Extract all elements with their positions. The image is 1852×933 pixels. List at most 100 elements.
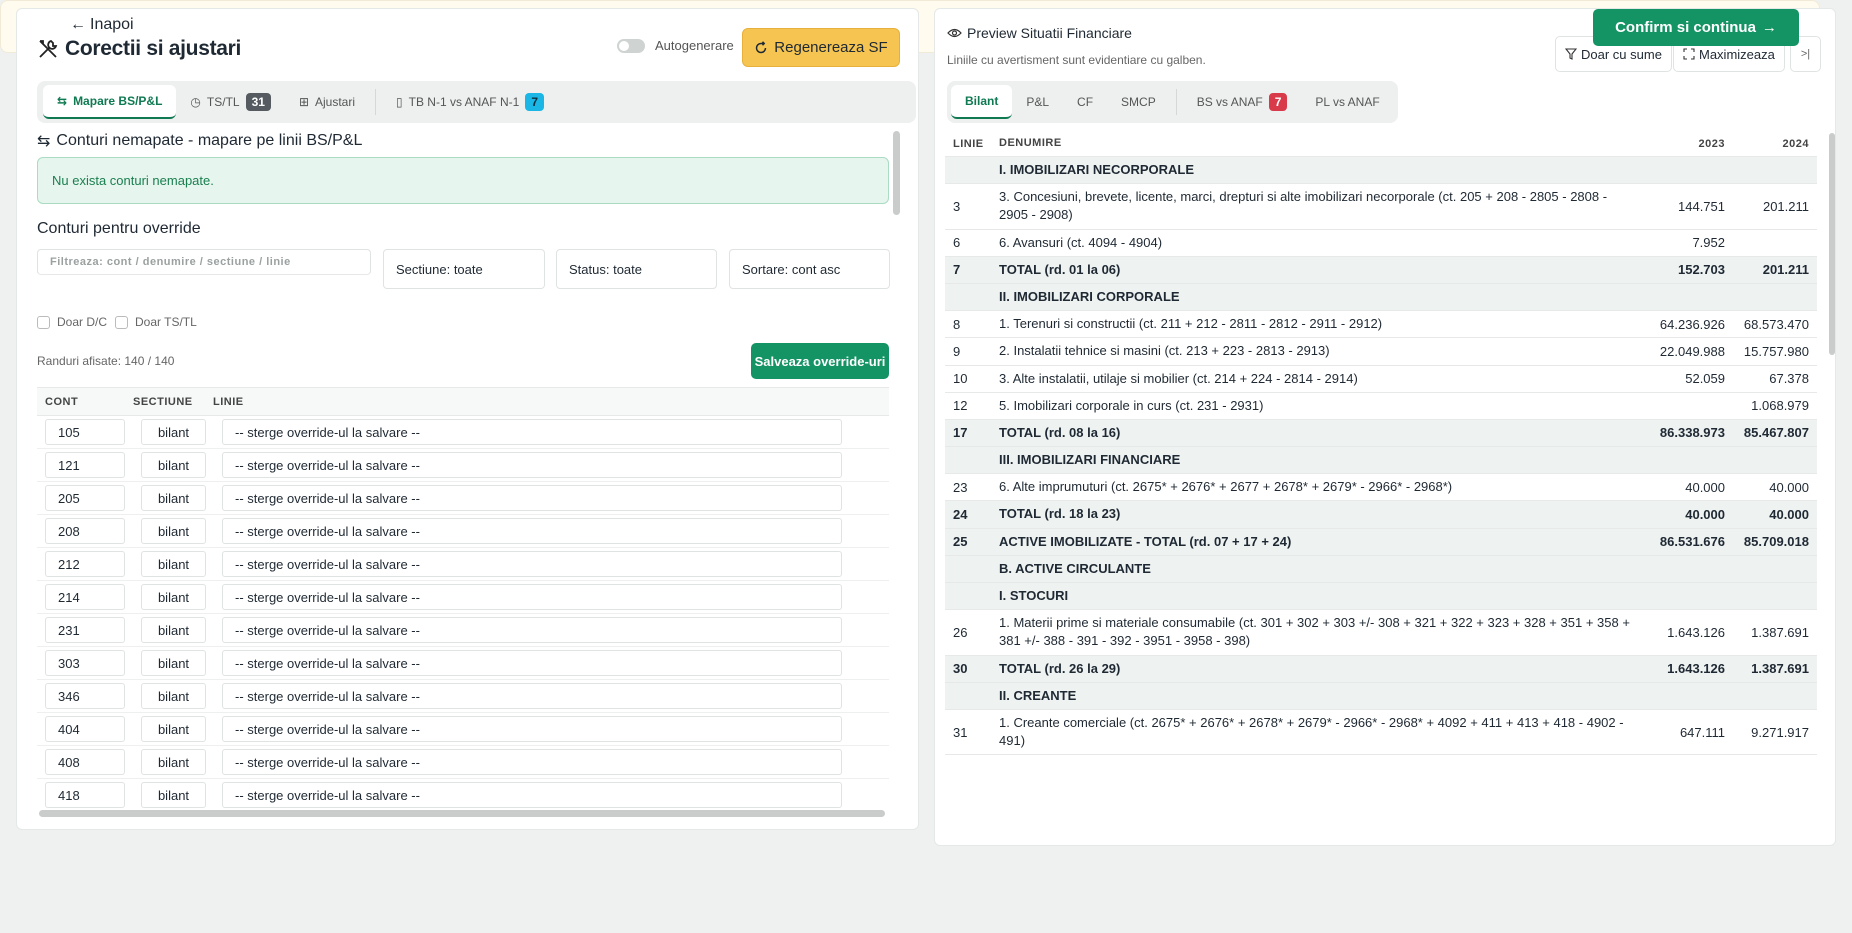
section-field[interactable]: bilant xyxy=(141,749,206,775)
horizontal-scrollbar[interactable] xyxy=(39,810,885,817)
value-2024: 1.387.691 xyxy=(1751,624,1809,640)
file-icon: ▯ xyxy=(396,95,403,109)
table-row: 418 bilant -- sterge override-ul la salvar… xyxy=(37,779,889,809)
confirm-continue-button[interactable]: Confirm si continua → xyxy=(1593,9,1799,46)
section-field[interactable]: bilant xyxy=(141,617,206,643)
tab-bs-vs-anaf[interactable]: BS vs ANAF 7 xyxy=(1183,85,1302,119)
table-total-row: 25 ACTIVE IMOBILIZATE - TOTAL (rd. 07 + 1… xyxy=(945,528,1817,556)
checkbox-box[interactable] xyxy=(115,315,128,329)
checkbox-box[interactable] xyxy=(37,315,50,329)
line-select[interactable]: -- sterge override-ul la salvare -- xyxy=(222,518,842,544)
table-total-row: II. IMOBILIZARI CORPORALE xyxy=(945,283,1817,312)
value-2024: 85.709.018 xyxy=(1743,534,1809,550)
section-field[interactable]: bilant xyxy=(141,452,206,478)
table-row: 214 bilant -- sterge override-ul la salvar… xyxy=(37,581,889,614)
tab-cf[interactable]: CF xyxy=(1063,85,1107,119)
section-field[interactable]: bilant xyxy=(141,584,206,610)
section-field[interactable]: bilant xyxy=(141,683,206,709)
tab-bilant[interactable]: Bilant xyxy=(951,85,1013,119)
save-overrides-button[interactable]: Salveaza override-uri xyxy=(751,343,889,379)
value-2024: 40.000 xyxy=(1769,507,1809,523)
account-field[interactable]: 303 xyxy=(45,650,125,676)
status-select[interactable]: Status: toate xyxy=(556,249,717,289)
table-row: 231 bilant -- sterge override-ul la salvar… xyxy=(37,614,889,647)
line-select[interactable]: -- sterge override-ul la salvare -- xyxy=(222,683,842,709)
value-2023: 52.059 xyxy=(1685,371,1725,387)
line-select[interactable]: -- sterge override-ul la salvare -- xyxy=(222,716,842,742)
tools-icon xyxy=(37,38,59,60)
tab-ajustari[interactable]: ⊞ Ajustari xyxy=(285,85,369,119)
only-tstl-checkbox[interactable]: Doar TS/TL xyxy=(115,315,197,329)
account-field[interactable]: 208 xyxy=(45,518,125,544)
line-number: 3 xyxy=(953,198,961,214)
tab-divider xyxy=(375,89,377,115)
account-field[interactable]: 205 xyxy=(45,485,125,511)
account-field[interactable]: 418 xyxy=(45,782,125,808)
filter-icon xyxy=(1565,48,1577,60)
line-select[interactable]: -- sterge override-ul la salvare -- xyxy=(222,650,842,676)
value-2023: 40.000 xyxy=(1685,479,1725,495)
corrections-tabs: ⇆ Mapare BS/P&L ◷ TS/TL 31 ⊞ Ajustari ▯ … xyxy=(37,81,916,123)
preview-panel: Preview Situatii Financiare Liniile cu a… xyxy=(934,8,1836,846)
page-title: Corectii si ajustari xyxy=(37,37,241,61)
tab-ts-tl[interactable]: ◷ TS/TL 31 xyxy=(176,85,285,119)
vertical-scrollbar[interactable] xyxy=(893,131,900,215)
sort-select[interactable]: Sortare: cont asc xyxy=(729,249,890,289)
only-dc-checkbox[interactable]: Doar D/C xyxy=(37,315,107,329)
back-button[interactable]: ← Inapoi xyxy=(70,16,134,34)
section-select[interactable]: Sectiune: toate xyxy=(383,249,545,289)
section-field[interactable]: bilant xyxy=(141,716,206,742)
toggle-switch[interactable] xyxy=(617,38,645,53)
tab-smcp[interactable]: SMCP xyxy=(1107,85,1170,119)
count-badge: 7 xyxy=(1268,93,1288,111)
line-description: TOTAL (rd. 26 la 29) xyxy=(999,660,1121,676)
account-field[interactable]: 121 xyxy=(45,452,125,478)
line-select[interactable]: -- sterge override-ul la salvare -- xyxy=(222,584,842,610)
section-field[interactable]: bilant xyxy=(141,650,206,676)
column-header: SECTIUNE xyxy=(133,395,193,408)
tab-tb-anaf[interactable]: ▯ TB N-1 vs ANAF N-1 7 xyxy=(382,85,558,119)
line-select[interactable]: -- sterge override-ul la salvare -- xyxy=(222,782,842,808)
account-field[interactable]: 404 xyxy=(45,716,125,742)
line-select[interactable]: -- sterge override-ul la salvare -- xyxy=(222,551,842,577)
account-field[interactable]: 408 xyxy=(45,749,125,775)
table-row: 23 6. Alte imprumuturi (ct. 2675* + 2676*… xyxy=(945,474,1817,502)
line-description: II. CREANTE xyxy=(999,687,1077,703)
line-select[interactable]: -- sterge override-ul la salvare -- xyxy=(222,617,842,643)
table-body: I. IMOBILIZARI NECORPORALE 3 3. Concesiuni… xyxy=(945,157,1817,756)
account-field[interactable]: 212 xyxy=(45,551,125,577)
table-row: 121 bilant -- sterge override-ul la salvar… xyxy=(37,449,889,482)
filter-input[interactable]: Filtreaza: cont / denumire / sectiune / … xyxy=(37,249,371,275)
line-number: 12 xyxy=(953,398,968,414)
preview-title: Preview Situatii Financiare xyxy=(947,25,1132,41)
line-select[interactable]: -- sterge override-ul la salvare -- xyxy=(222,749,842,775)
line-description: B. ACTIVE CIRCULANTE xyxy=(999,560,1151,576)
account-field[interactable]: 231 xyxy=(45,617,125,643)
value-2024: 40.000 xyxy=(1769,479,1809,495)
line-number: 17 xyxy=(953,425,968,441)
section-field[interactable]: bilant xyxy=(141,419,206,445)
value-2023: 86.338.973 xyxy=(1659,425,1725,441)
line-select[interactable]: -- sterge override-ul la salvare -- xyxy=(222,419,842,445)
tab-pl-vs-anaf[interactable]: PL vs ANAF xyxy=(1301,85,1393,119)
line-number: 24 xyxy=(953,507,968,523)
account-field[interactable]: 105 xyxy=(45,419,125,445)
autogen-toggle[interactable]: Autogenerare xyxy=(617,38,734,53)
count-badge: 7 xyxy=(525,93,544,111)
column-header: CONT xyxy=(45,395,79,408)
section-field[interactable]: bilant xyxy=(141,518,206,544)
section-field[interactable]: bilant xyxy=(141,551,206,577)
table-total-row: II. CREANTE xyxy=(945,682,1817,710)
tab-mapare[interactable]: ⇆ Mapare BS/P&L xyxy=(43,85,177,119)
regenerate-button[interactable]: Regenereaza SF xyxy=(742,28,900,67)
preview-subtitle: Liniile cu avertisment sunt evidentiare … xyxy=(947,53,1206,67)
account-field[interactable]: 346 xyxy=(45,683,125,709)
section-field[interactable]: bilant xyxy=(141,485,206,511)
line-select[interactable]: -- sterge override-ul la salvare -- xyxy=(222,452,842,478)
tab-pl[interactable]: P&L xyxy=(1012,85,1063,119)
account-field[interactable]: 214 xyxy=(45,584,125,610)
vertical-scrollbar[interactable] xyxy=(1829,133,1835,355)
line-select[interactable]: -- sterge override-ul la salvare -- xyxy=(222,485,842,511)
section-field[interactable]: bilant xyxy=(141,782,206,808)
table-body: 105 bilant -- sterge override-ul la salvar… xyxy=(37,416,889,809)
